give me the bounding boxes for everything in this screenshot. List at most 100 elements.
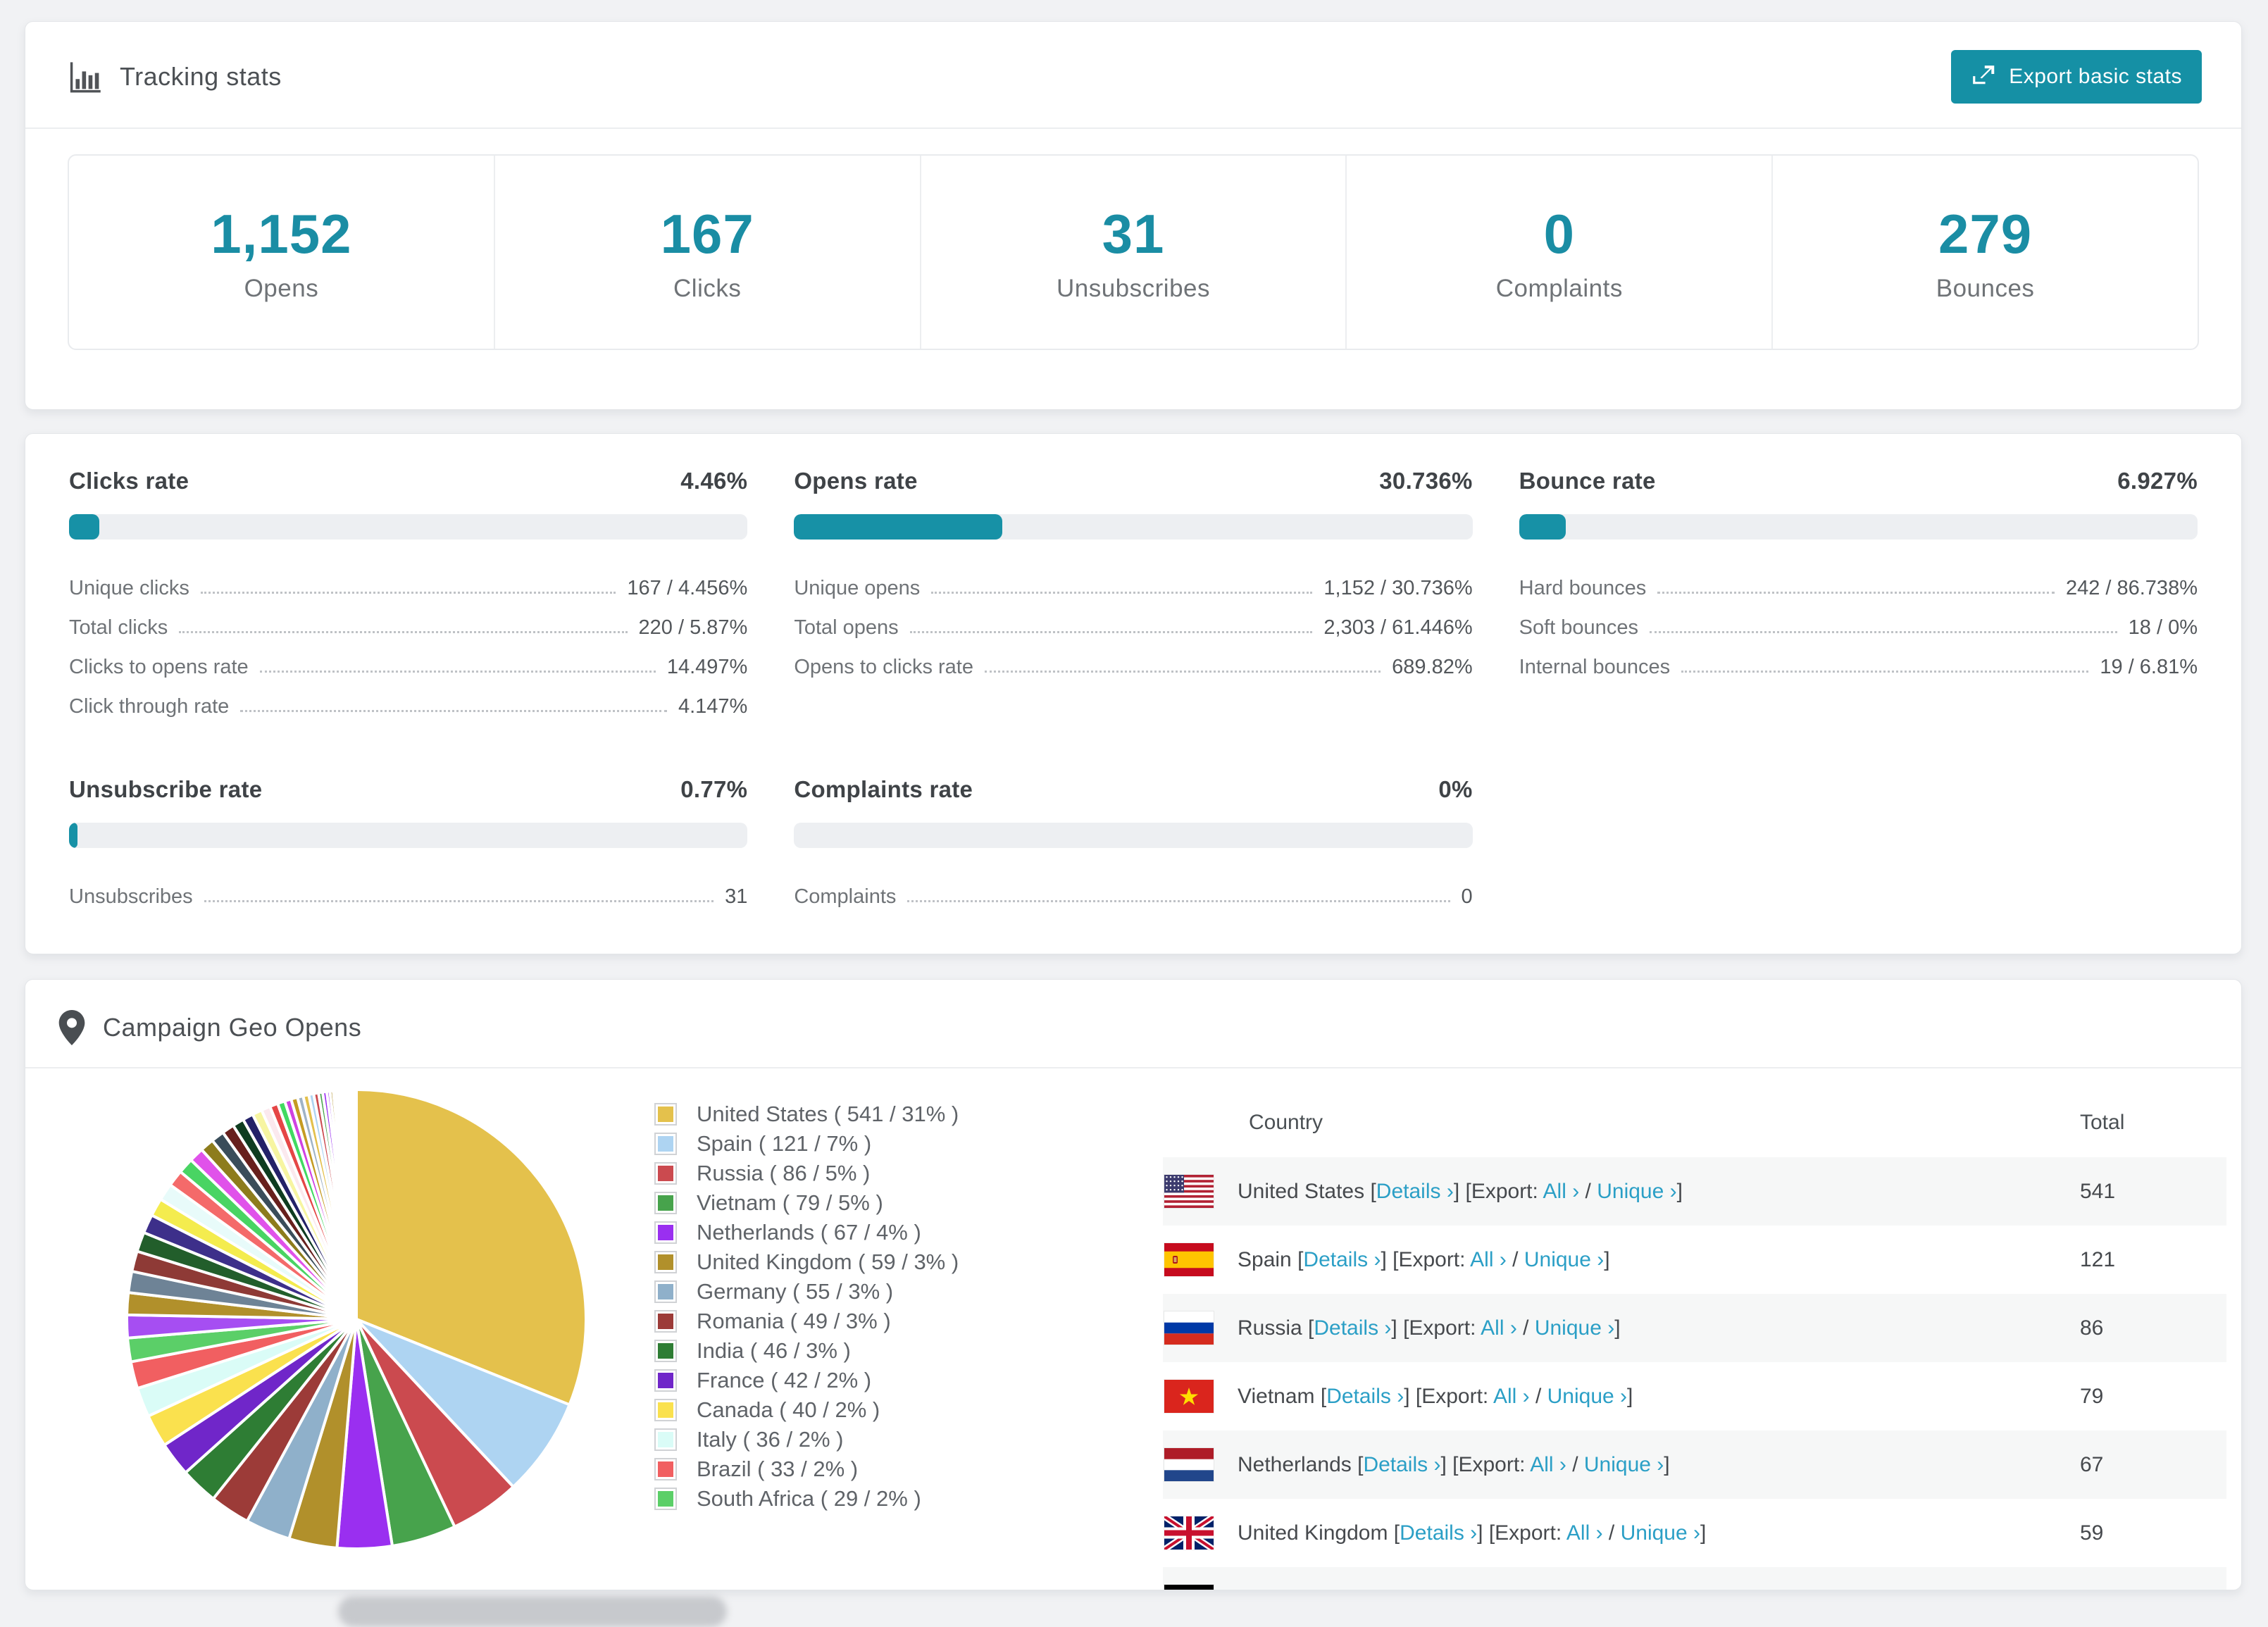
rate-detail-label: Opens to clicks rate: [794, 656, 973, 678]
panel-title: Clicks rate: [69, 468, 189, 494]
country-details-link[interactable]: Details ›: [1400, 1521, 1477, 1545]
legend-item[interactable]: Netherlands ( 67 / 4% ): [654, 1218, 959, 1247]
export-all-link[interactable]: All ›: [1503, 1590, 1540, 1591]
stat-label: Unsubscribes: [1056, 274, 1211, 302]
complaints-rate-progressbar: [794, 823, 1473, 848]
bar-chart-icon: [66, 58, 103, 95]
rate-detail-value: 242 / 86.738%: [2065, 577, 2198, 599]
rate-detail-label: Soft bounces: [1519, 616, 1638, 639]
panel-title: Complaints rate: [794, 776, 973, 802]
country-details-link[interactable]: Details ›: [1376, 1180, 1454, 1203]
export-unique-link[interactable]: Unique ›: [1524, 1248, 1604, 1271]
geo-table-row: Spain [Details ›] [Export: All › / Uniqu…: [1163, 1226, 2226, 1294]
rate-detail-value: 14.497%: [666, 656, 748, 678]
export-icon: [1971, 61, 1998, 93]
dotted-leader: [179, 631, 628, 633]
export-all-link[interactable]: All ›: [1481, 1316, 1517, 1340]
rate-detail-row: Complaints 0: [794, 869, 1472, 909]
total-cell: 121: [2080, 1247, 2116, 1271]
rate-detail-row: Click through rate 4.147%: [69, 679, 747, 718]
country-details-link[interactable]: Details ›: [1303, 1248, 1381, 1271]
legend-label: France ( 42 / 2% ): [697, 1368, 872, 1392]
de-flag-icon: [1164, 1585, 1214, 1590]
geo-opens-card: Campaign Geo Opens United States ( 541 /…: [25, 979, 2242, 1590]
rate-detail-row: Clicks to opens rate 14.497%: [69, 640, 747, 679]
dotted-leader: [909, 631, 1313, 633]
geo-title: Campaign Geo Opens: [103, 1013, 362, 1042]
geo-table: Country Total United States [Details ›] …: [1163, 1088, 2226, 1590]
country-cell: Spain [Details ›] [Export: All › / Uniqu…: [1238, 1247, 1610, 1271]
panel-value: 0.77%: [680, 776, 748, 802]
rate-detail-value: 689.82%: [1392, 656, 1473, 678]
legend-label: South Africa ( 29 / 2% ): [697, 1486, 921, 1511]
export-unique-link[interactable]: Unique ›: [1597, 1180, 1676, 1203]
legend-item[interactable]: Italy ( 36 / 2% ): [654, 1425, 959, 1454]
legend-label: United States ( 541 / 31% ): [697, 1102, 959, 1126]
legend-item[interactable]: South Africa ( 29 / 2% ): [654, 1484, 959, 1514]
export-unique-link[interactable]: Unique ›: [1547, 1385, 1627, 1408]
dotted-leader: [259, 671, 656, 673]
clicks-rate-progressbar: [69, 514, 748, 540]
export-unique-link[interactable]: Unique ›: [1557, 1590, 1637, 1591]
country-details-link[interactable]: Details ›: [1336, 1590, 1414, 1591]
export-all-link[interactable]: All ›: [1470, 1248, 1507, 1271]
panel-title: Opens rate: [794, 468, 918, 494]
export-unique-link[interactable]: Unique ›: [1535, 1316, 1614, 1340]
legend-swatch: [654, 1369, 677, 1392]
export-button-label: Export basic stats: [2009, 65, 2182, 88]
rate-detail-value: 167 / 4.456%: [627, 577, 748, 599]
export-basic-stats-button[interactable]: Export basic stats: [1951, 50, 2202, 104]
map-pin-icon: [58, 1009, 86, 1046]
dotted-leader: [240, 710, 667, 712]
export-all-link[interactable]: All ›: [1543, 1180, 1580, 1203]
legend-item[interactable]: Vietnam ( 79 / 5% ): [654, 1188, 959, 1218]
total-cell: 55: [2080, 1590, 2226, 1591]
legend-item[interactable]: Romania ( 49 / 3% ): [654, 1307, 959, 1336]
legend-item[interactable]: Canada ( 40 / 2% ): [654, 1395, 959, 1425]
export-all-link[interactable]: All ›: [1493, 1385, 1530, 1408]
rate-detail-label: Internal bounces: [1519, 656, 1671, 678]
legend-item[interactable]: United Kingdom ( 59 / 3% ): [654, 1247, 959, 1277]
ru-flag-icon: [1164, 1311, 1214, 1345]
country-details-link[interactable]: Details ›: [1363, 1453, 1440, 1476]
rate-detail-label: Unique clicks: [69, 577, 189, 599]
country-details-link[interactable]: Details ›: [1314, 1316, 1391, 1340]
export-unique-link[interactable]: Unique ›: [1584, 1453, 1664, 1476]
legend-item[interactable]: India ( 46 / 3% ): [654, 1336, 959, 1366]
legend-swatch: [654, 1162, 677, 1185]
country-cell: Netherlands [Details ›] [Export: All › /…: [1238, 1452, 1670, 1476]
country-cell: Germany [Details ›] [Export: All › / Uni…: [1238, 1590, 2080, 1591]
legend-swatch: [654, 1103, 677, 1126]
geo-table-row: United Kingdom [Details ›] [Export: All …: [1163, 1499, 2226, 1567]
export-all-link[interactable]: All ›: [1566, 1521, 1603, 1545]
legend-item[interactable]: Russia ( 86 / 5% ): [654, 1159, 959, 1188]
legend-item[interactable]: Germany ( 55 / 3% ): [654, 1277, 959, 1307]
stat-value: 31: [1102, 202, 1165, 265]
legend-swatch: [654, 1340, 677, 1362]
export-all-link[interactable]: All ›: [1530, 1453, 1566, 1476]
rate-detail-label: Total clicks: [69, 616, 168, 639]
legend-item[interactable]: France ( 42 / 2% ): [654, 1366, 959, 1395]
legend-label: Brazil ( 33 / 2% ): [697, 1457, 859, 1481]
dotted-leader: [931, 592, 1313, 594]
rate-detail-row: Unique clicks 167 / 4.456%: [69, 561, 747, 600]
dotted-leader: [1657, 592, 2055, 594]
legend-label: Netherlands ( 67 / 4% ): [697, 1220, 921, 1245]
legend-label: Canada ( 40 / 2% ): [697, 1397, 880, 1422]
opens-rate-panel: Opens rate 30.736% Unique opens 1,152 / 3…: [794, 468, 1473, 718]
stat-opens: 1,152 Opens: [69, 156, 494, 349]
legend-item[interactable]: United States ( 541 / 31% ): [654, 1099, 959, 1129]
export-unique-link[interactable]: Unique ›: [1621, 1521, 1700, 1545]
legend-item[interactable]: Brazil ( 33 / 2% ): [654, 1454, 959, 1484]
bounce-rate-panel: Bounce rate 6.927% Hard bounces 242 / 86.…: [1519, 468, 2198, 718]
clicks-rate-panel: Clicks rate 4.46% Unique clicks 167 / 4.4…: [69, 468, 748, 718]
rate-detail-label: Total opens: [794, 616, 899, 639]
legend-label: Romania ( 49 / 3% ): [697, 1309, 891, 1333]
rate-detail-row: Total clicks 220 / 5.87%: [69, 600, 747, 640]
horizontal-scrollbar-thumb[interactable]: [338, 1596, 727, 1627]
panel-title: Bounce rate: [1519, 468, 1656, 494]
country-details-link[interactable]: Details ›: [1326, 1385, 1404, 1408]
rate-detail-value: 0: [1461, 885, 1473, 908]
legend-item[interactable]: Spain ( 121 / 7% ): [654, 1129, 959, 1159]
stat-label: Bounces: [1936, 274, 2035, 302]
